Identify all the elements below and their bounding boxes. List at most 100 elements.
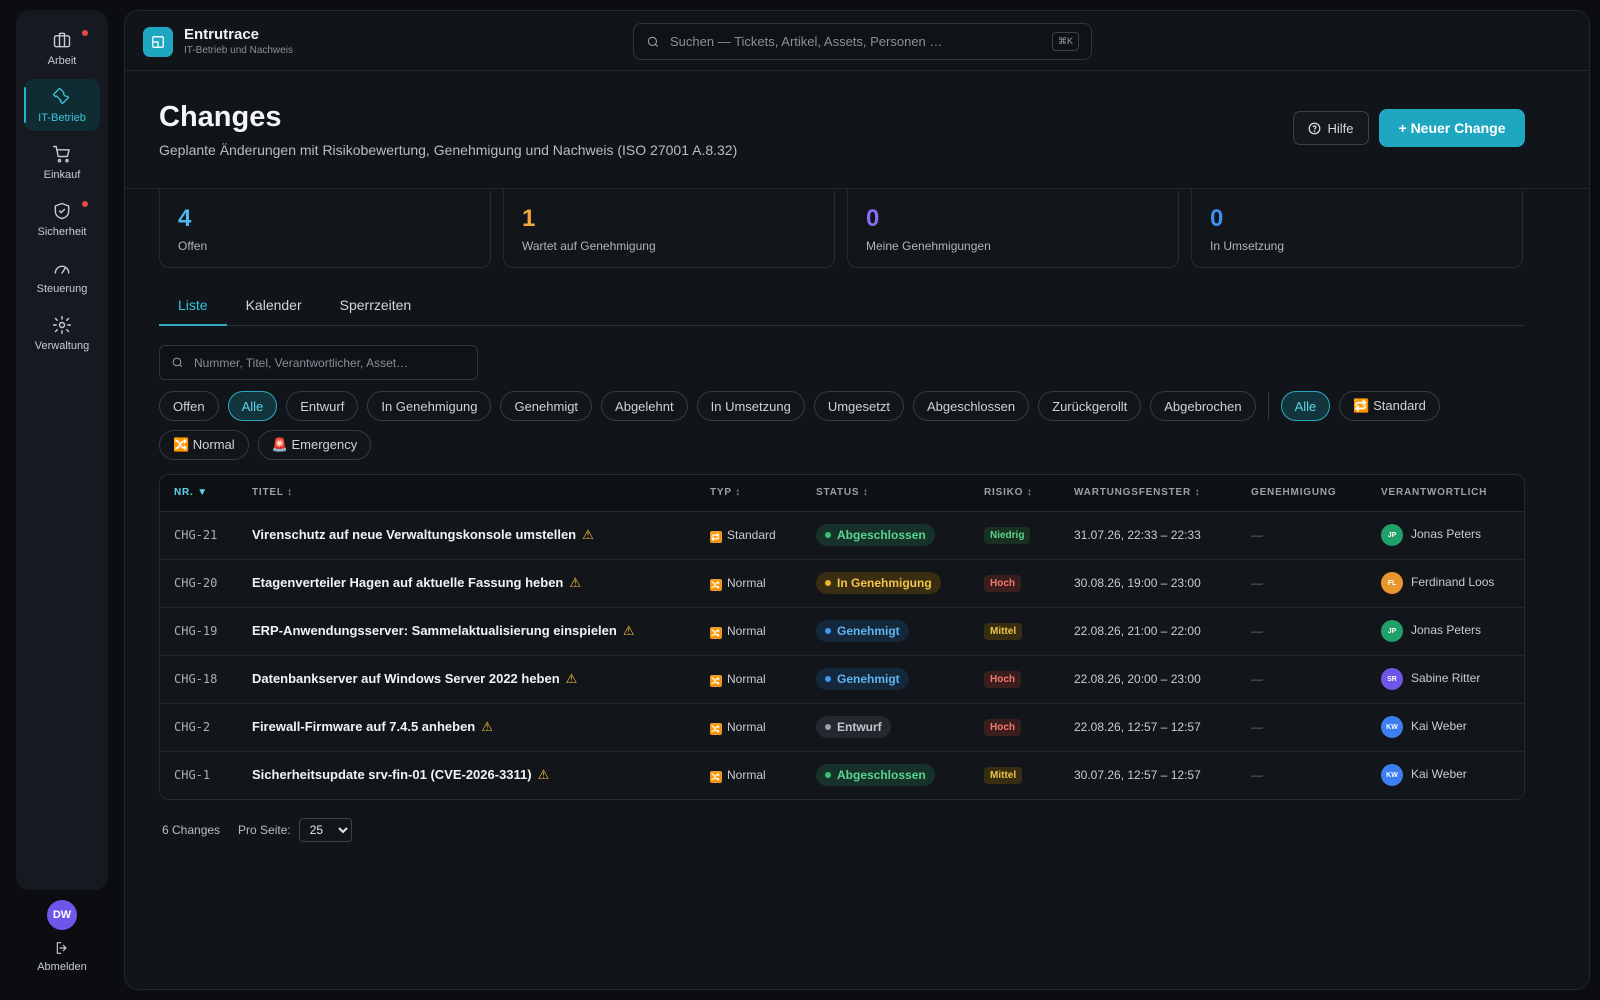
tab-liste[interactable]: Liste [159,286,227,326]
status-dot [825,724,831,730]
app-logo[interactable] [143,27,173,57]
filter-status-offen[interactable]: Offen [159,391,219,421]
type-icon: 🔀 [710,578,722,591]
table-footer: 6 Changes Pro Seite: 25 [162,818,352,842]
filter-status-abgelehnt[interactable]: Abgelehnt [601,391,688,421]
type-icon: 🔀 [710,626,722,639]
change-type: Normal [727,719,766,734]
warning-icon: ⚠ [565,671,578,686]
owner-cell: KW Kai Weber [1367,703,1524,751]
status-badge: Genehmigt [816,620,909,642]
stat-card-offen[interactable]: 4 Offen [159,190,491,268]
stat-card-wartet[interactable]: 1 Wartet auf Genehmigung [503,190,835,268]
filter-status-alle[interactable]: Alle [227,391,278,421]
col-header-wartungsfenster[interactable]: WARTUNGSFENSTER ↕ [1060,475,1237,512]
table-row[interactable]: CHG-1 Sicherheitsupdate srv-fin-01 (CVE-2… [160,751,1524,799]
change-title[interactable]: ERP-Anwendungsserver: Sammelaktualisieru… [252,623,617,638]
owner-cell: FL Ferdinand Loos [1367,559,1524,607]
warning-icon: ⚠ [481,719,493,734]
stat-card-meine[interactable]: 0 Meine Genehmigungen [847,190,1179,268]
change-title-cell: Sicherheitsupdate srv-fin-01 (CVE-2026-3… [238,751,696,799]
help-button[interactable]: Hilfe [1293,111,1369,145]
table-row[interactable]: CHG-2 Firewall-Firmware auf 7.4.5 anheben… [160,703,1524,751]
table-row[interactable]: CHG-19 ERP-Anwendungsserver: Sammelaktual… [160,607,1524,655]
sidebar-item-label: Verwaltung [34,339,90,352]
table-row[interactable]: CHG-20 Etagenverteiler Hagen auf aktuelle… [160,559,1524,607]
maintenance-window: 30.08.26, 19:00 – 23:00 [1074,576,1201,590]
change-title[interactable]: Sicherheitsupdate srv-fin-01 (CVE-2026-3… [252,767,532,782]
filter-status-abgebrochen[interactable]: Abgebrochen [1150,391,1256,421]
type-icon: 🔀 [710,674,722,687]
change-title-cell: Firewall-Firmware auf 7.4.5 anheben ⚠ [238,703,696,751]
change-title-cell: Virenschutz auf neue Verwaltungskonsole … [238,511,696,559]
col-header-risiko[interactable]: RISIKO ↕ [970,475,1060,512]
main-panel: Entrutrace IT-Betrieb und Nachweis ⌘K Ch… [124,10,1590,990]
col-header-nr[interactable]: NR. ▼ [160,475,238,512]
notification-dot [82,30,88,36]
change-title[interactable]: Datenbankserver auf Windows Server 2022 … [252,671,560,686]
status-badge: Abgeschlossen [816,524,935,546]
change-title[interactable]: Etagenverteiler Hagen auf aktuelle Fassu… [252,575,563,590]
sidebar-item-steuerung[interactable]: Steuerung [24,250,100,302]
filter-type-standard[interactable]: 🔁 Standard [1339,391,1440,421]
tab-sperrzeiten[interactable]: Sperrzeiten [321,286,431,326]
filter-status-in-genehmigung[interactable]: In Genehmigung [367,391,492,421]
logout-button[interactable]: Abmelden [16,940,108,973]
table-row[interactable]: CHG-21 Virenschutz auf neue Verwaltungsko… [160,511,1524,559]
sidebar-item-it-betrieb[interactable]: IT-Betrieb [24,79,100,131]
filter-status-umgesetzt[interactable]: Umgesetzt [813,391,904,421]
filter-type-normal[interactable]: 🔀 Normal [159,430,249,460]
sidebar-item-arbeit[interactable]: Arbeit [24,22,100,74]
filter-status-genehmigt[interactable]: Genehmigt [500,391,593,421]
sidebar-item-sicherheit[interactable]: Sicherheit [24,193,100,245]
sidebar-item-einkauf[interactable]: Einkauf [24,136,100,188]
avatar: JP [1381,620,1403,642]
filter-status-abgeschlossen[interactable]: Abgeschlossen [912,391,1030,421]
owner-name: Jonas Peters [1411,527,1482,542]
filter-type-emergency[interactable]: 🚨 Emergency [257,430,372,460]
per-page-select[interactable]: 25 [298,818,352,842]
type-icon: 🔀 [710,770,722,783]
status-label: Entwurf [837,720,882,734]
approval: — [1251,720,1263,734]
risk-badge: Mittel [984,766,1023,784]
help-label: Hilfe [1327,120,1354,136]
approval: — [1251,528,1263,542]
change-title[interactable]: Firewall-Firmware auf 7.4.5 anheben [252,719,475,734]
filter-status-in-umsetzung[interactable]: In Umsetzung [696,391,805,421]
filter-status-zurueckgerollt[interactable]: Zurückgerollt [1038,391,1142,421]
change-title-cell: Datenbankserver auf Windows Server 2022 … [238,655,696,703]
search-icon [647,36,659,47]
table-row[interactable]: CHG-18 Datenbankserver auf Windows Server… [160,655,1524,703]
search-shortcut: ⌘K [1051,32,1079,51]
col-header-typ[interactable]: TYP ↕ [696,475,802,512]
change-title[interactable]: Virenschutz auf neue Verwaltungskonsole … [252,527,576,542]
global-search-input[interactable] [670,34,1052,49]
change-risk-cell: Mittel [970,751,1060,799]
stat-card-umsetzung[interactable]: 0 In Umsetzung [1191,190,1523,268]
user-avatar[interactable]: DW [47,900,77,930]
col-header-status[interactable]: STATUS ↕ [802,475,970,512]
filter-status-entwurf[interactable]: Entwurf [286,391,359,421]
owner-name: Jonas Peters [1411,623,1482,638]
warning-icon: ⚠ [537,767,550,783]
result-count: 6 Changes [162,823,221,837]
new-change-button[interactable]: + Neuer Change [1379,109,1525,147]
stat-label: In Umsetzung [1210,239,1285,253]
status-label: Abgeschlossen [837,768,926,783]
brand: Entrutrace IT-Betrieb und Nachweis [184,26,293,56]
logo-icon [152,36,164,48]
col-header-titel[interactable]: TITEL ↕ [238,475,696,512]
list-search-input[interactable] [194,355,466,370]
change-status-cell: Genehmigt [802,655,970,703]
tab-kalender[interactable]: Kalender [227,286,321,326]
approval: — [1251,576,1263,590]
status-dot [825,772,831,779]
shield-icon [54,202,70,219]
list-search [159,345,478,380]
view-tabs: Liste Kalender Sperrzeiten [159,286,1525,326]
per-page-label: Pro Seite: [238,823,291,837]
filter-type-alle[interactable]: Alle [1280,391,1331,421]
sidebar-item-verwaltung[interactable]: Verwaltung [24,307,100,359]
filter-chips: Offen Alle Entwurf In Genehmigung Genehm… [159,391,1525,460]
